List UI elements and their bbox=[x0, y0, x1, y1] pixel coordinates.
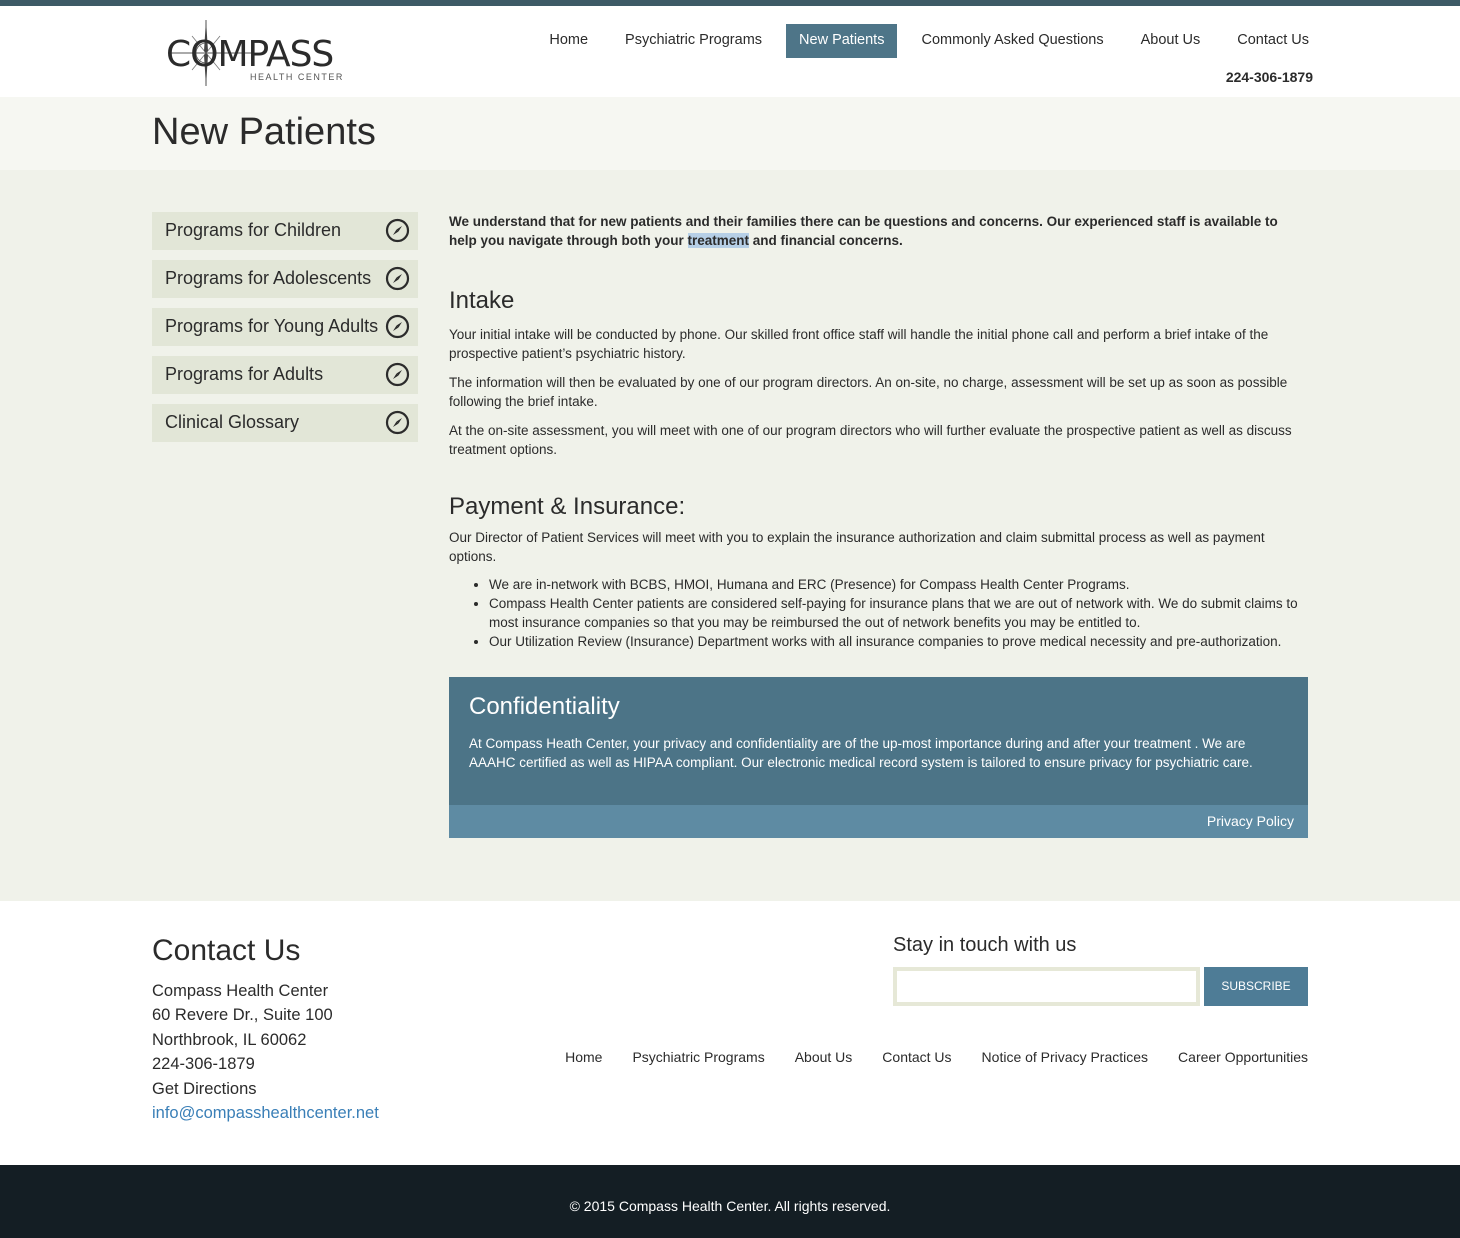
compass-icon bbox=[385, 410, 410, 435]
newsletter-email-input[interactable] bbox=[893, 967, 1200, 1006]
address-line: Northbrook, IL 60062 bbox=[152, 1030, 307, 1049]
compass-icon bbox=[385, 314, 410, 339]
intake-heading: Intake bbox=[449, 287, 515, 314]
footer-nav-career-opportunities[interactable]: Career Opportunities bbox=[1178, 1049, 1308, 1065]
title-band: New Patients bbox=[0, 97, 1460, 170]
intro-text-end: and financial concerns. bbox=[749, 233, 903, 248]
footer-phone[interactable]: 224-306-1879 bbox=[152, 1052, 379, 1076]
sidebar-item-label: Programs for Young Adults bbox=[165, 316, 379, 336]
list-item: Our Utilization Review (Insurance) Depar… bbox=[489, 632, 1308, 651]
copyright-text: © 2015 Compass Health Center. All rights… bbox=[569, 1198, 891, 1214]
intake-paragraph: At the on-site assessment, you will meet… bbox=[449, 423, 1292, 457]
address-line: Compass Health Center bbox=[152, 982, 329, 1000]
list-item: Compass Health Center patients are consi… bbox=[489, 594, 1308, 632]
sidebar-item-adults[interactable]: Programs for Adults bbox=[152, 356, 418, 394]
site-footer: Contact Us Compass Health Center 60 Reve… bbox=[0, 901, 1460, 1165]
sidebar-item-label: Programs for Adults bbox=[165, 364, 324, 384]
footer-nav-contact-us[interactable]: Contact Us bbox=[882, 1049, 951, 1065]
sidebar-item-adolescents[interactable]: Programs for Adolescents bbox=[152, 260, 418, 298]
email-link[interactable]: info@compasshealthcenter.net bbox=[152, 1101, 379, 1125]
list-item: We are in-network with BCBS, HMOI, Human… bbox=[489, 575, 1308, 594]
sidebar-item-young-adults[interactable]: Programs for Young Adults bbox=[152, 308, 418, 346]
logo-subtext: HEALTH CENTER bbox=[250, 72, 344, 82]
main-nav: Home Psychiatric Programs New Patients C… bbox=[525, 24, 1322, 58]
newsletter-title: Stay in touch with us bbox=[893, 934, 1077, 956]
article-content: We understand that for new patients and … bbox=[449, 212, 1308, 651]
footer-contact-title: Contact Us bbox=[152, 934, 301, 967]
footer-nav-psychiatric-programs[interactable]: Psychiatric Programs bbox=[632, 1049, 764, 1065]
subscribe-button[interactable]: SUBSCRIBE bbox=[1204, 967, 1308, 1006]
confidentiality-heading: Confidentiality bbox=[469, 693, 620, 720]
intake-paragraph: The information will then be evaluated b… bbox=[449, 375, 1288, 409]
nav-about-us[interactable]: About Us bbox=[1128, 24, 1214, 58]
copyright-bar: © 2015 Compass Health Center. All rights… bbox=[0, 1165, 1460, 1238]
sidebar: Programs for Children Programs for Adole… bbox=[152, 212, 418, 452]
footer-nav-about-us[interactable]: About Us bbox=[795, 1049, 853, 1065]
logo-wordmark: COMPASS bbox=[166, 34, 334, 75]
confidentiality-footer-bar: Privacy Policy bbox=[449, 805, 1308, 838]
sidebar-item-clinical-glossary[interactable]: Clinical Glossary bbox=[152, 404, 418, 442]
privacy-policy-link[interactable]: Privacy Policy bbox=[1207, 813, 1294, 829]
selected-text: treatment bbox=[687, 233, 750, 248]
page-title: New Patients bbox=[152, 111, 376, 153]
compass-icon bbox=[385, 266, 410, 291]
sidebar-item-label: Programs for Children bbox=[165, 220, 342, 240]
sidebar-item-label: Clinical Glossary bbox=[165, 412, 300, 432]
confidentiality-text: At Compass Heath Center, your privacy an… bbox=[469, 736, 1253, 770]
nav-contact-us[interactable]: Contact Us bbox=[1224, 24, 1322, 58]
footer-nav-privacy-practices[interactable]: Notice of Privacy Practices bbox=[982, 1049, 1149, 1065]
footer-nav: Home Psychiatric Programs About Us Conta… bbox=[535, 1049, 1308, 1065]
payment-heading: Payment & Insurance: bbox=[449, 493, 686, 520]
confidentiality-box: Confidentiality At Compass Heath Center,… bbox=[449, 677, 1308, 838]
main-content-area: Programs for Children Programs for Adole… bbox=[0, 170, 1460, 901]
footer-address: Compass Health Center 60 Revere Dr., Sui… bbox=[152, 979, 379, 1125]
payment-paragraph: Our Director of Patient Services will me… bbox=[449, 530, 1265, 564]
nav-psychiatric-programs[interactable]: Psychiatric Programs bbox=[612, 24, 775, 58]
intro-paragraph: We understand that for new patients and … bbox=[449, 212, 1308, 250]
site-header: COMPASS HEALTH CENTER Home Psychiatric P… bbox=[0, 6, 1460, 97]
header-phone[interactable]: 224-306-1879 bbox=[1226, 69, 1313, 85]
logo[interactable]: COMPASS HEALTH CENTER bbox=[162, 18, 352, 88]
compass-icon bbox=[385, 362, 410, 387]
nav-commonly-asked-questions[interactable]: Commonly Asked Questions bbox=[908, 24, 1116, 58]
nav-new-patients[interactable]: New Patients bbox=[786, 24, 898, 58]
address-line: 60 Revere Dr., Suite 100 bbox=[152, 1006, 333, 1025]
nav-home[interactable]: Home bbox=[536, 24, 601, 58]
intake-paragraph: Your initial intake will be conducted by… bbox=[449, 327, 1269, 361]
get-directions-link[interactable]: Get Directions bbox=[152, 1077, 379, 1101]
footer-nav-home[interactable]: Home bbox=[565, 1049, 602, 1065]
sidebar-item-label: Programs for Adolescents bbox=[165, 268, 372, 288]
sidebar-item-children[interactable]: Programs for Children bbox=[152, 212, 418, 250]
compass-icon bbox=[385, 218, 410, 243]
insurance-list: We are in-network with BCBS, HMOI, Human… bbox=[489, 575, 1308, 651]
